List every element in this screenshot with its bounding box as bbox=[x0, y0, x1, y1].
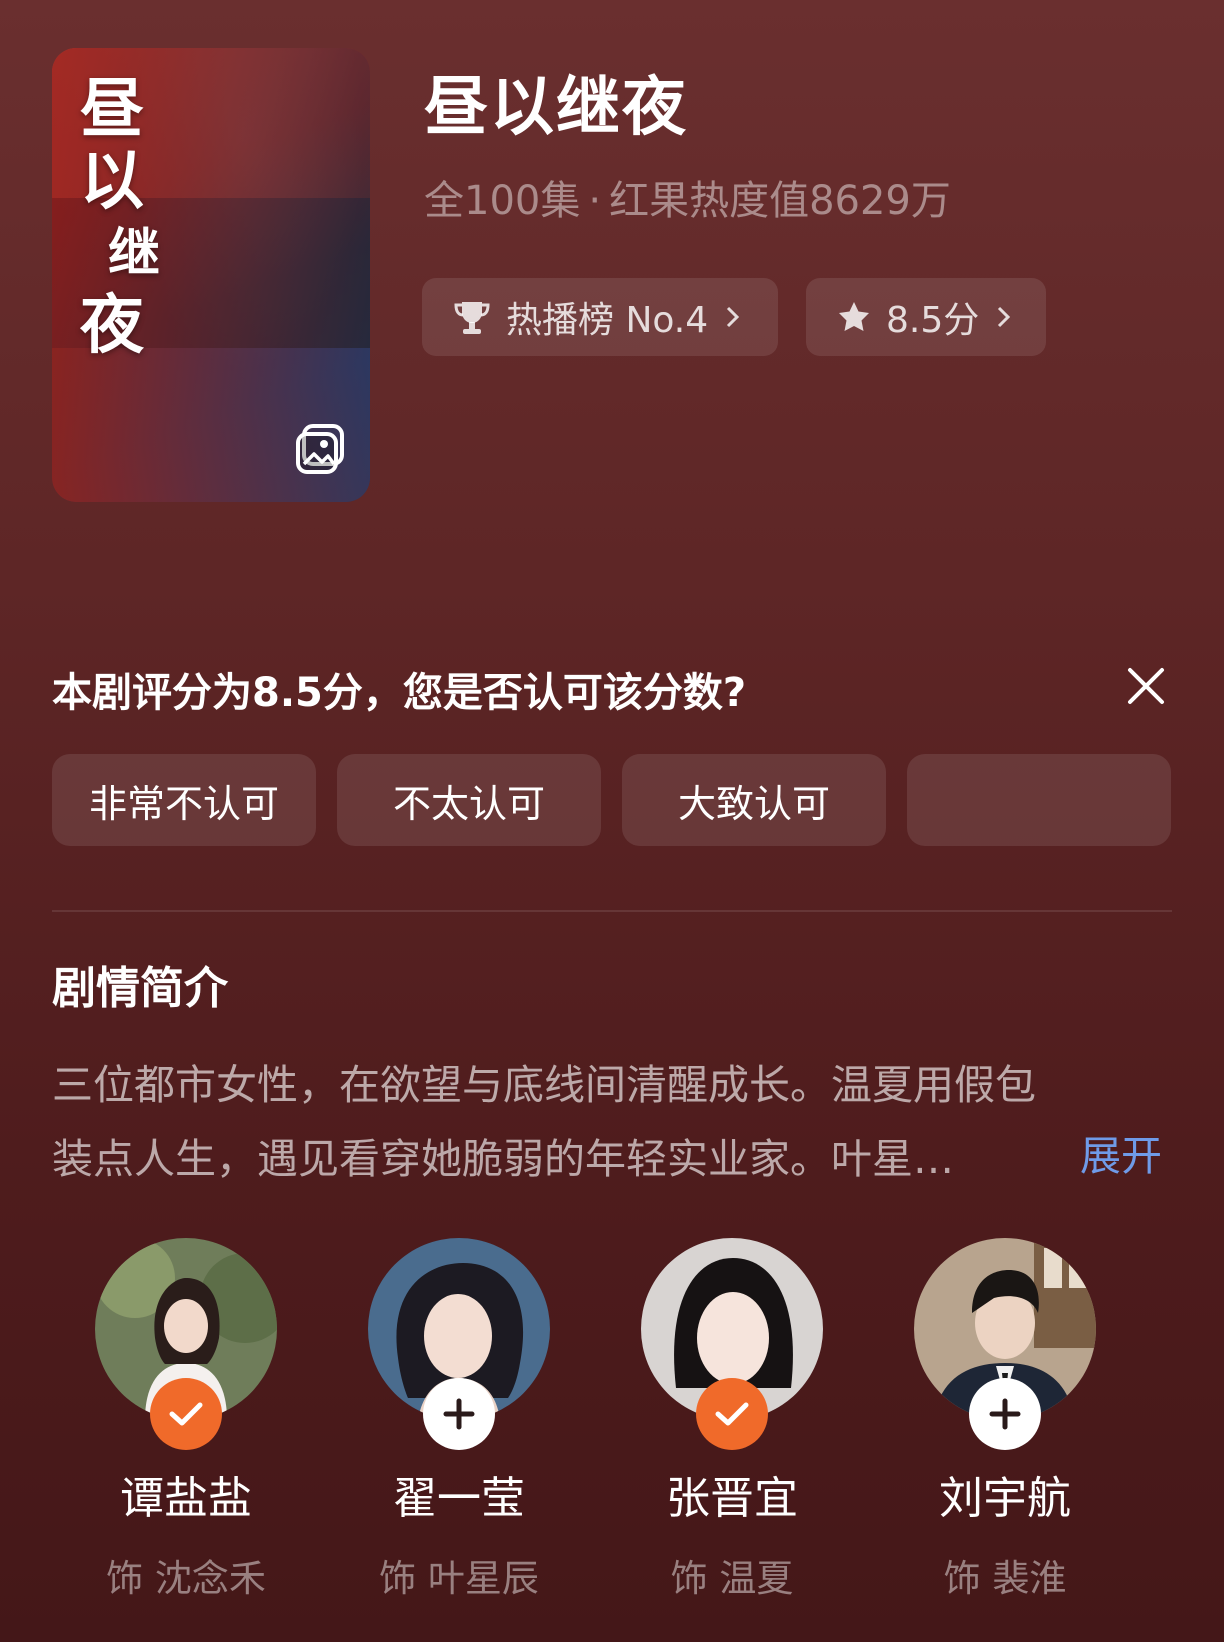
rating-option-label: 大致认可 bbox=[677, 781, 830, 826]
checkmark-icon bbox=[169, 1402, 203, 1426]
cast-member[interactable]: 翟一莹 饰 叶星辰 bbox=[344, 1238, 574, 1602]
section-divider bbox=[52, 910, 1172, 912]
follow-add-button[interactable] bbox=[423, 1378, 495, 1450]
cast-member[interactable]: 刘宇航 饰 裴淮 bbox=[890, 1238, 1120, 1602]
synopsis-heading: 剧情简介 bbox=[52, 963, 228, 1014]
score-pill-label: 8.5分 bbox=[886, 300, 980, 341]
rating-option-strongly-disagree[interactable]: 非常不认可 bbox=[52, 754, 316, 846]
cast-name: 翟一莹 bbox=[393, 1473, 525, 1524]
poster-logo-char: 继 bbox=[108, 223, 161, 284]
followed-badge[interactable] bbox=[150, 1378, 222, 1450]
cast-member[interactable]: 张晋宜 饰 温夏 bbox=[617, 1238, 847, 1602]
follow-add-button[interactable] bbox=[969, 1378, 1041, 1450]
close-icon[interactable] bbox=[1124, 664, 1168, 708]
poster-logo-char: 以 bbox=[80, 144, 144, 219]
checkmark-icon bbox=[715, 1402, 749, 1426]
star-icon bbox=[839, 302, 869, 331]
poster-logo-char: 昼 bbox=[80, 72, 144, 147]
popularity-value: 红果热度值8629万 bbox=[609, 178, 951, 224]
chevron-right-icon bbox=[727, 306, 740, 328]
trophy-icon bbox=[454, 302, 490, 334]
rating-option-label: 不太认可 bbox=[392, 781, 545, 826]
poster-logo: 昼 以 继 夜 bbox=[80, 74, 160, 362]
poster-logo-char: 夜 bbox=[80, 288, 144, 363]
cast-role: 饰 沈念禾 bbox=[106, 1557, 266, 1600]
episode-count: 全100集 bbox=[424, 178, 581, 224]
rating-option-agree[interactable]: 大致认可 bbox=[622, 754, 886, 846]
cast-role: 饰 裴淮 bbox=[943, 1557, 1067, 1600]
plus-icon bbox=[989, 1398, 1021, 1430]
drama-meta: 全100集 · 红果热度值8629万 bbox=[424, 168, 951, 226]
rank-pill-label: 热播榜 No.4 bbox=[506, 300, 709, 341]
expand-link[interactable]: 展开 bbox=[1080, 1122, 1162, 1182]
synopsis-line: 三位都市女性，在欲望与底线间清醒成长。温夏用假包 bbox=[52, 1061, 1036, 1109]
cast-role: 饰 温夏 bbox=[670, 1557, 794, 1600]
rating-option-label: 非常不认可 bbox=[88, 781, 279, 826]
drama-title: 昼以继夜 bbox=[424, 71, 688, 145]
cast-name: 谭盐盐 bbox=[120, 1473, 252, 1524]
synopsis-text: 三位都市女性，在欲望与底线间清醒成长。温夏用假包 装点人生，遇见看穿她脆弱的年轻… bbox=[52, 1048, 1172, 1196]
drama-poster[interactable]: 昼 以 继 夜 bbox=[52, 48, 370, 502]
synopsis-line: 装点人生，遇见看穿她脆弱的年轻实业家。叶星… bbox=[52, 1135, 954, 1183]
cast-name: 张晋宜 bbox=[666, 1473, 798, 1524]
chevron-right-icon bbox=[998, 306, 1011, 328]
cast-name: 刘宇航 bbox=[939, 1473, 1071, 1524]
cast-member[interactable]: 谭盐盐 饰 沈念禾 bbox=[71, 1238, 301, 1602]
meta-separator: · bbox=[588, 178, 602, 224]
gallery-icon[interactable] bbox=[294, 422, 348, 476]
rating-question: 本剧评分为8.5分，您是否认可该分数? bbox=[52, 670, 747, 716]
rating-option-strongly-agree[interactable] bbox=[907, 754, 1171, 846]
followed-badge[interactable] bbox=[696, 1378, 768, 1450]
cast-role: 饰 叶星辰 bbox=[379, 1557, 539, 1600]
rating-option-disagree[interactable]: 不太认可 bbox=[337, 754, 601, 846]
score-pill-button[interactable]: 8.5分 bbox=[806, 278, 1046, 356]
rank-pill-button[interactable]: 热播榜 No.4 bbox=[422, 278, 778, 356]
plus-icon bbox=[443, 1398, 475, 1430]
